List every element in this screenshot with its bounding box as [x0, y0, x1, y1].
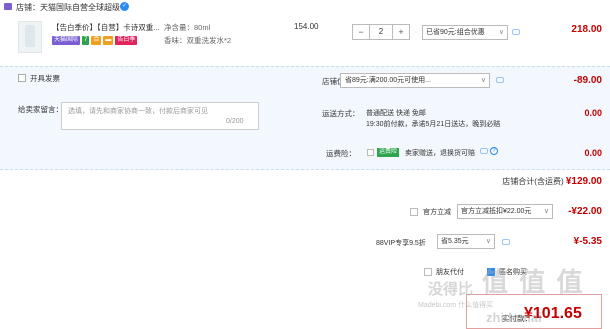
chat-icon[interactable]: [512, 29, 520, 35]
shipping-label: 运送方式：: [322, 109, 360, 118]
shop-total-value: ¥129.00: [565, 176, 602, 187]
product-tag: ▬: [103, 36, 114, 45]
promo-select[interactable]: 已省90元:组合优惠 ∨: [422, 25, 508, 40]
quantity-stepper[interactable]: − 2 +: [352, 24, 410, 40]
insurance-badge: 运费险: [377, 148, 400, 157]
shop-name[interactable]: 店铺：天猫国际自营全球超级: [16, 2, 120, 13]
invoice-checkbox[interactable]: [18, 74, 26, 82]
message-counter: 0/200: [226, 118, 244, 125]
shipping-amount: 0.00: [584, 108, 602, 118]
product-title[interactable]: 【告白季价】【自营】卡诗双重...: [52, 22, 162, 33]
official-discount-select[interactable]: 官方立减抵扣¥22.00元 ∨: [457, 204, 553, 219]
official-discount-value: 官方立减抵扣¥22.00元: [461, 208, 532, 215]
shop-discount-select[interactable]: 省89元:满200.00元可使用... ∨: [340, 73, 490, 88]
watermark-domain: zhidemai: [486, 310, 542, 325]
shop-badge-icon[interactable]: ✓: [120, 2, 129, 11]
vip-label: 88VIP专享9.5折: [376, 240, 426, 247]
product-tags: 天猫国际 7 合 ▬ 告白季: [52, 36, 138, 45]
product-tag: 告白季: [115, 36, 138, 45]
shop-total-label: 店铺合计(含运费): [502, 177, 564, 186]
spec-volume: 净含量：80ml: [164, 23, 211, 32]
chevron-down-icon: ∨: [480, 77, 486, 84]
item-total: 218.00: [571, 24, 602, 35]
message-label: 给卖家留言：: [18, 105, 63, 114]
quantity-value[interactable]: 2: [369, 25, 393, 39]
decrement-button[interactable]: −: [353, 25, 369, 39]
product-tag: 合: [91, 36, 102, 45]
insurance-label: 运费险：: [326, 149, 356, 158]
shipping-method: 普通配送 快递 免邮: [366, 110, 426, 117]
shipping-time: 19:30前付款，承诺5月21日送达，晚到必赔: [366, 121, 501, 128]
watermark-logo: 值 值 值: [482, 267, 585, 297]
official-discount-label: 官方立减: [423, 209, 451, 216]
vip-value: 省5.35元: [441, 238, 469, 245]
increment-button[interactable]: +: [393, 25, 409, 39]
chevron-down-icon: ∨: [485, 238, 491, 245]
official-discount-amount: -¥22.00: [568, 206, 602, 217]
message-placeholder: 选填，请先和商家协商一致，付款后商家可见: [68, 108, 208, 115]
watermark-site: Madebi.com 什么值得买: [418, 302, 494, 309]
promo-value: 已省90元:组合优惠: [426, 29, 485, 36]
shop-discount-amount: -89.00: [573, 75, 602, 86]
friend-pay-label[interactable]: 朋友代付: [436, 267, 464, 277]
chevron-down-icon: ∨: [543, 208, 549, 215]
watermark-text: 没得比: [428, 281, 474, 298]
friend-pay-checkbox[interactable]: [424, 268, 432, 276]
product-tag: 7: [82, 36, 90, 45]
product-tag: 天猫国际: [52, 36, 81, 45]
vip-select[interactable]: 省5.35元 ∨: [437, 234, 495, 249]
spec-scent: 香味：双重洗发水*2: [164, 36, 232, 45]
vip-amount: ¥-5.35: [573, 236, 602, 247]
help-icon[interactable]: ?: [490, 147, 498, 155]
chat-icon[interactable]: [502, 239, 510, 245]
chat-icon[interactable]: [496, 77, 504, 83]
bottle-image: [25, 25, 35, 47]
shop-discount-value: 省89元:满200.00元可使用...: [345, 77, 431, 84]
chat-icon[interactable]: [480, 148, 488, 154]
chevron-down-icon: ∨: [498, 29, 504, 36]
insurance-amount: 0.00: [584, 148, 602, 158]
invoice-label[interactable]: 开具发票: [30, 73, 60, 84]
insurance-checkbox[interactable]: [367, 149, 374, 156]
shop-icon: [4, 3, 12, 10]
insurance-text: 卖家赠送，退换货可赔: [405, 150, 475, 157]
unit-price: 154.00: [294, 22, 319, 31]
shop-total: 店铺合计(含运费) ¥129.00: [440, 176, 602, 187]
official-discount-checkbox[interactable]: [410, 208, 418, 216]
